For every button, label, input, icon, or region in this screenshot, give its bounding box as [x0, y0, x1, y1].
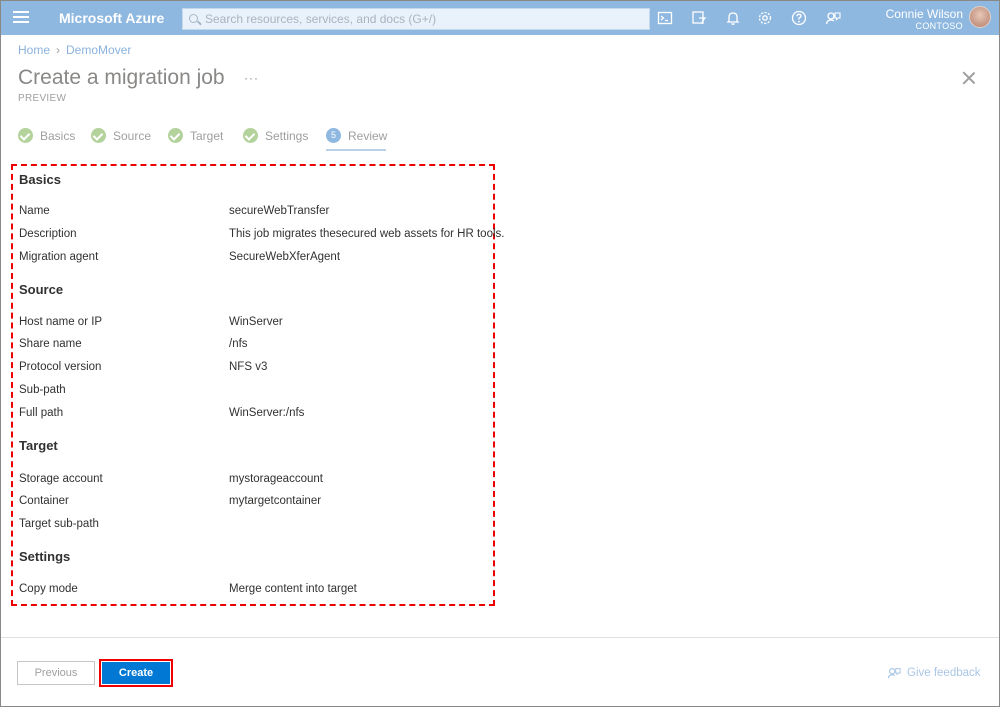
cloud-shell-icon[interactable]: [657, 10, 673, 26]
field-value: Merge content into target: [229, 583, 357, 595]
checkmark-icon: [18, 128, 33, 143]
menu-icon[interactable]: [13, 11, 29, 24]
user-org: CONTOSO: [915, 21, 963, 31]
help-icon[interactable]: [791, 10, 807, 26]
field-label: Share name: [19, 338, 82, 350]
field-label: Name: [19, 205, 50, 217]
create-button-highlight: Create: [99, 659, 173, 687]
step-review[interactable]: 5 Review: [326, 127, 388, 151]
search-input[interactable]: [205, 11, 635, 27]
field-value: SecureWebXferAgent: [229, 251, 341, 263]
field-label: Description: [19, 228, 77, 240]
checkmark-icon: [243, 128, 258, 143]
breadcrumb-demomover[interactable]: DemoMover: [66, 43, 131, 57]
checkmark-icon: [168, 128, 183, 143]
directory-filter-icon[interactable]: [691, 10, 707, 26]
step-label: Settings: [265, 129, 309, 143]
checkmark-icon: [91, 128, 106, 143]
step-label: Target: [190, 129, 224, 143]
page-title: Create a migration job: [18, 66, 225, 89]
field-label: Sub-path: [19, 384, 66, 396]
feedback-icon: [887, 666, 901, 680]
breadcrumb: Home › DemoMover: [18, 43, 131, 57]
top-bar: Microsoft Azure Connie Wilson CONTOSO: [1, 1, 999, 35]
field-label: Host name or IP: [19, 316, 103, 328]
settings-icon[interactable]: [757, 10, 773, 26]
field-value: This job migrates thesecured web assets …: [229, 228, 505, 240]
step-label: Source: [113, 129, 152, 143]
field-value: /nfs: [229, 338, 248, 350]
create-button[interactable]: Create: [102, 662, 170, 684]
field-label: Container: [19, 495, 69, 507]
review-summary: Basics Name secureWebTransfer Descriptio…: [11, 164, 504, 606]
section-heading-target: Target: [19, 438, 58, 453]
section-heading-source: Source: [19, 282, 64, 297]
field-value: NFS v3: [229, 361, 268, 373]
field-value: secureWebTransfer: [229, 205, 330, 217]
close-icon[interactable]: [962, 71, 976, 85]
step-label: Review: [348, 129, 388, 143]
section-heading-settings: Settings: [19, 549, 71, 564]
avatar[interactable]: [969, 6, 991, 28]
notifications-icon[interactable]: [725, 10, 741, 26]
field-value: mystorageaccount: [229, 473, 323, 485]
field-label: Target sub-path: [19, 518, 99, 530]
field-label: Storage account: [19, 473, 103, 485]
field-value: mytargetcontainer: [229, 495, 322, 507]
field-value: WinServer:/nfs: [229, 407, 305, 419]
brand-label[interactable]: Microsoft Azure: [59, 10, 164, 26]
footer-divider: [1, 637, 999, 638]
breadcrumb-home[interactable]: Home: [18, 43, 50, 57]
give-feedback-label: Give feedback: [907, 667, 981, 679]
step-label: Basics: [40, 129, 76, 143]
section-heading-basics: Basics: [19, 172, 61, 187]
field-label: Copy mode: [19, 583, 78, 595]
preview-label: PREVIEW: [18, 93, 67, 104]
step-number: 5: [326, 128, 341, 143]
search-icon: [189, 14, 198, 23]
field-value: WinServer: [229, 316, 283, 328]
feedback-icon[interactable]: [825, 10, 841, 26]
field-label: Protocol version: [19, 361, 102, 373]
account-menu[interactable]: Connie Wilson CONTOSO: [886, 7, 963, 31]
field-label: Full path: [19, 407, 64, 419]
previous-button[interactable]: Previous: [17, 661, 95, 685]
more-options-button[interactable]: ···: [244, 71, 259, 85]
global-search[interactable]: [182, 8, 650, 30]
field-label: Migration agent: [19, 251, 99, 263]
breadcrumb-separator: ›: [56, 43, 61, 57]
user-name: Connie Wilson: [885, 7, 963, 21]
